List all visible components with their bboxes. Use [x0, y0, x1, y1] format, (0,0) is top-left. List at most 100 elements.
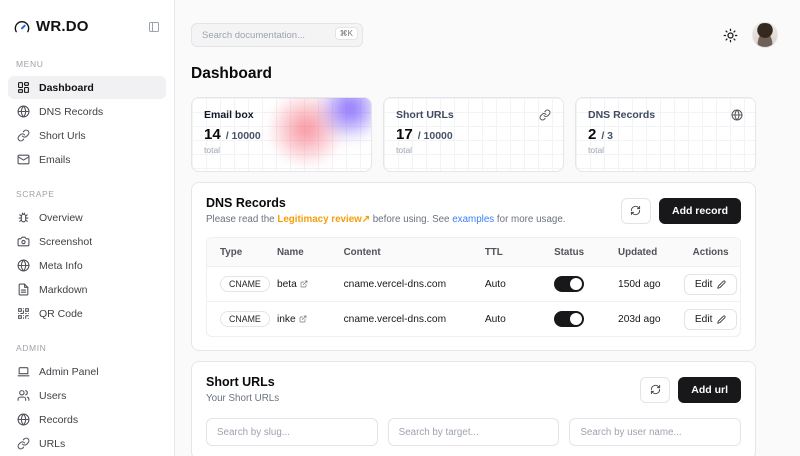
user-avatar[interactable]: [752, 22, 778, 48]
table-row: CNAME inke cname.vercel-dns.com Auto 203…: [207, 301, 740, 336]
shortcut-badge: ⌘K: [335, 27, 358, 40]
sidebar-section-label-scrape: SCRAPE: [8, 179, 166, 205]
record-content: cname.vercel-dns.com: [338, 279, 479, 290]
sidebar-item-overview[interactable]: Overview: [8, 206, 166, 229]
sidebar-item-label: QR Code: [39, 308, 83, 320]
search-by-target-input[interactable]: [388, 418, 560, 446]
dashboard-icon: [17, 81, 30, 94]
sidebar-item-admin-panel[interactable]: Admin Panel: [8, 360, 166, 383]
add-record-button[interactable]: Add record: [659, 198, 741, 224]
logo-text: WR.DO: [36, 18, 142, 35]
toggle-knob: [570, 278, 582, 290]
main-content: ⌘K Dashboard Email box 14 / 10000 total: [175, 0, 800, 456]
sidebar-item-markdown[interactable]: Markdown: [8, 278, 166, 301]
sidebar-item-label: Short Urls: [39, 130, 86, 142]
sidebar-collapse-button[interactable]: [148, 21, 160, 33]
qr-code-icon: [17, 307, 30, 320]
external-link-icon: [300, 280, 308, 288]
sidebar-item-screenshot[interactable]: Screenshot: [8, 230, 166, 253]
subtitle-text: before using. See: [370, 214, 452, 225]
stat-cards-row: Email box 14 / 10000 total Short URLs 17…: [191, 97, 756, 172]
record-type-badge: CNAME: [220, 276, 270, 292]
edit-button[interactable]: Edit: [684, 309, 738, 330]
stat-card-value: 14: [204, 126, 221, 143]
search-by-slug-input[interactable]: [206, 418, 378, 446]
logo: WR.DO: [8, 14, 166, 49]
stat-card-email-box: Email box 14 / 10000 total: [191, 97, 372, 172]
column-header-ttl: TTL: [479, 247, 548, 258]
sidebar-item-users[interactable]: Users: [8, 384, 166, 407]
sidebar-item-label: URLs: [39, 438, 65, 450]
link-icon: [17, 129, 30, 142]
short-urls-section-title: Short URLs: [206, 375, 640, 389]
link-icon: [17, 437, 30, 450]
stat-card-title: Email box: [204, 109, 254, 121]
sidebar-item-label: Screenshot: [39, 236, 92, 248]
app-window: WR.DO MENU Dashboard DNS Records Short U…: [0, 0, 800, 456]
sidebar-item-label: Dashboard: [39, 82, 94, 94]
sidebar-item-urls[interactable]: URLs: [8, 432, 166, 455]
toggle-knob: [570, 313, 582, 325]
gauge-logo-icon: [14, 19, 30, 35]
sidebar-item-dns-records[interactable]: DNS Records: [8, 100, 166, 123]
pencil-icon: [717, 280, 726, 289]
short-urls-filters: [206, 418, 741, 446]
sidebar-item-records[interactable]: Records: [8, 408, 166, 431]
refresh-icon: [630, 205, 641, 216]
table-row: CNAME beta cname.vercel-dns.com Auto 150…: [207, 266, 740, 301]
subtitle-text: for more usage.: [494, 214, 565, 225]
record-name-link[interactable]: inke: [271, 314, 338, 325]
stat-card-quota: / 3: [601, 130, 613, 142]
bug-icon: [17, 211, 30, 224]
refresh-button[interactable]: [621, 198, 651, 224]
status-toggle[interactable]: [554, 311, 584, 327]
record-name-link[interactable]: beta: [271, 279, 338, 290]
refresh-button[interactable]: [640, 377, 670, 403]
stat-card-short-urls: Short URLs 17 / 10000 total: [383, 97, 564, 172]
link-icon: [539, 109, 551, 121]
sidebar-item-qr-code[interactable]: QR Code: [8, 302, 166, 325]
add-url-button[interactable]: Add url: [678, 377, 741, 403]
topbar: ⌘K: [191, 22, 756, 48]
sidebar-item-meta-info[interactable]: Meta Info: [8, 254, 166, 277]
sidebar-item-label: Markdown: [39, 284, 87, 296]
stat-card-caption: total: [204, 145, 359, 155]
sidebar-item-label: Admin Panel: [39, 366, 99, 378]
edit-button[interactable]: Edit: [684, 274, 738, 295]
globe-icon: [17, 413, 30, 426]
legitimacy-review-link[interactable]: Legitimacy review↗: [277, 214, 370, 225]
status-toggle[interactable]: [554, 276, 584, 292]
record-name: inke: [277, 314, 296, 325]
sidebar-item-short-urls[interactable]: Short Urls: [8, 124, 166, 147]
external-link-icon: [299, 315, 307, 323]
sidebar-item-label: Records: [39, 414, 78, 426]
sidebar-item-emails[interactable]: Emails: [8, 148, 166, 171]
pencil-icon: [717, 315, 726, 324]
refresh-icon: [650, 384, 661, 395]
record-content: cname.vercel-dns.com: [338, 314, 479, 325]
column-header-actions: Actions: [681, 247, 740, 258]
theme-toggle-sun-icon[interactable]: [723, 28, 738, 43]
record-updated: 150d ago: [612, 279, 681, 290]
stat-card-caption: total: [396, 145, 551, 155]
table-header-row: Type Name Content TTL Status Updated Act…: [207, 238, 740, 266]
sidebar-section-label-admin: ADMIN: [8, 333, 166, 359]
examples-link[interactable]: examples: [452, 214, 494, 225]
column-header-content: Content: [338, 247, 479, 258]
topbar-right: [723, 22, 778, 48]
column-header-status: Status: [548, 247, 612, 258]
column-header-type: Type: [207, 247, 271, 258]
page-title: Dashboard: [191, 65, 756, 83]
search-by-user-name-input[interactable]: [569, 418, 741, 446]
globe-icon: [17, 259, 30, 272]
dns-records-table: Type Name Content TTL Status Updated Act…: [206, 237, 741, 337]
column-header-name: Name: [271, 247, 338, 258]
laptop-icon: [17, 365, 30, 378]
stat-card-quota: / 10000: [418, 130, 453, 142]
globe-icon: [17, 105, 30, 118]
edit-button-label: Edit: [695, 314, 713, 325]
sidebar-item-dashboard[interactable]: Dashboard: [8, 76, 166, 99]
short-urls-section-subtitle: Your Short URLs: [206, 393, 640, 404]
search-box: ⌘K: [191, 23, 363, 47]
stat-card-quota: / 10000: [226, 130, 261, 142]
